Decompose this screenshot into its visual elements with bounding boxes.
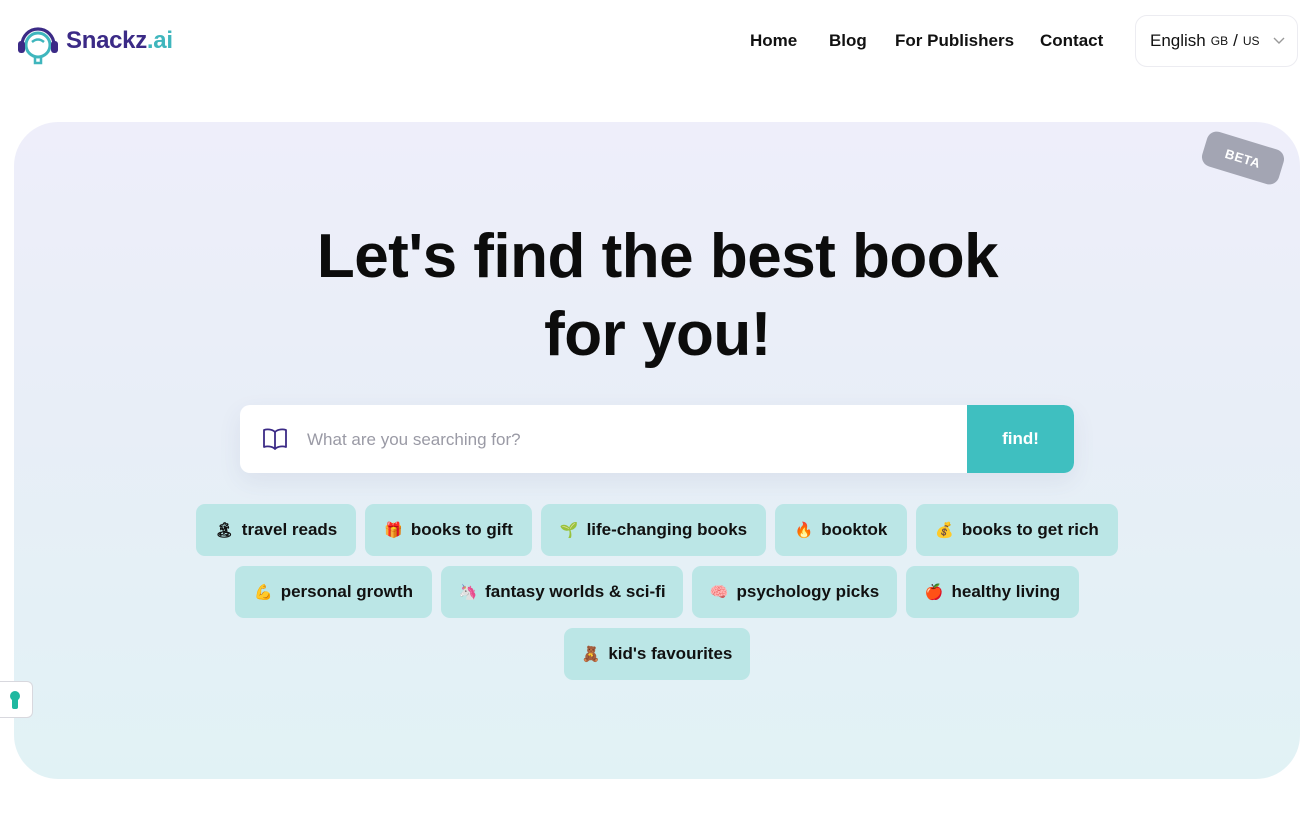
language-separator: /	[1233, 31, 1238, 50]
open-book-icon	[263, 428, 287, 450]
chip-personal-growth[interactable]: 💪 personal growth	[235, 566, 432, 618]
chip-booktok[interactable]: 🔥 booktok	[775, 504, 907, 556]
money-bag-icon: 💰	[935, 521, 954, 539]
chip-healthy-living[interactable]: 🍎 healthy living	[906, 566, 1079, 618]
flexed-biceps-icon: 💪	[254, 583, 273, 601]
language-region-us: US	[1242, 34, 1260, 48]
fire-icon: 🔥	[794, 521, 814, 539]
headline-line-1: Let's find the best book	[316, 222, 999, 291]
logo-icon	[18, 27, 58, 65]
chip-label: kid's favourites	[608, 644, 733, 663]
search-bar: find!	[240, 405, 1074, 473]
nav-contact-link[interactable]: Contact	[1040, 31, 1103, 51]
unicorn-icon: 🦄	[458, 583, 478, 601]
gift-icon: 🎁	[384, 521, 403, 539]
chip-fantasy-worlds-sci-fi[interactable]: 🦄 fantasy worlds & sci-fi	[441, 566, 683, 618]
nav-publishers-link[interactable]: For Publishers	[895, 31, 1014, 51]
find-button[interactable]: find!	[967, 405, 1074, 473]
chip-label: psychology picks	[736, 582, 880, 601]
chip-books-to-get-rich[interactable]: 💰 books to get rich	[916, 504, 1118, 556]
site-header: Snackz.ai Home Blog For Publishers Conta…	[0, 0, 1315, 82]
headline-line-2: for you!	[544, 300, 771, 369]
seedling-icon: 🌱	[559, 521, 579, 539]
chip-label: booktok	[821, 520, 888, 539]
accessibility-widget[interactable]	[0, 681, 33, 718]
nav-blog-link[interactable]: Blog	[829, 31, 867, 51]
chip-label: fantasy worlds & sci-fi	[485, 582, 666, 601]
chevron-down-icon	[1273, 37, 1285, 44]
chip-kids-favourites[interactable]: 🧸 kid's favourites	[564, 628, 750, 680]
chip-label: personal growth	[280, 582, 413, 601]
brain-icon: 🧠	[709, 583, 729, 601]
chip-life-changing-books[interactable]: 🌱 life-changing books	[541, 504, 766, 556]
chip-label: healthy living	[951, 582, 1061, 601]
chip-label: travel reads	[241, 520, 338, 539]
island-icon: 🏝	[214, 521, 234, 539]
teddy-bear-icon: 🧸	[581, 645, 601, 663]
apple-icon: 🍎	[924, 583, 944, 601]
chip-travel-reads[interactable]: 🏝 travel reads	[196, 504, 356, 556]
keyhole-icon	[10, 691, 20, 709]
language-region-gb: GB	[1210, 34, 1229, 48]
chip-psychology-picks[interactable]: 🧠 psychology picks	[692, 566, 897, 618]
search-input[interactable]	[305, 405, 959, 473]
logo[interactable]: Snackz.ai	[13, 18, 173, 68]
chip-books-to-gift[interactable]: 🎁 books to gift	[365, 504, 532, 556]
language-selector[interactable]: English GB / US	[1135, 15, 1298, 67]
chip-label: life-changing books	[586, 520, 748, 539]
logo-text: Snackz.ai	[66, 27, 173, 54]
language-label: English	[1150, 31, 1206, 50]
chip-label: books to gift	[410, 520, 513, 539]
nav-home-link[interactable]: Home	[750, 31, 797, 51]
chip-label: books to get rich	[961, 520, 1099, 539]
